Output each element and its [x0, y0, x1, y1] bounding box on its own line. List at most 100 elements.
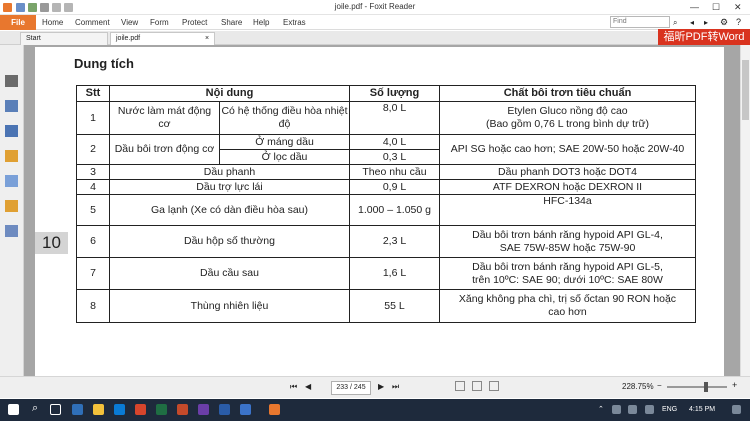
tray-chevron-icon[interactable]: ⌃ [598, 405, 604, 413]
zoom-slider[interactable] [667, 386, 727, 388]
file-explorer-icon[interactable] [93, 404, 104, 415]
menu-share[interactable]: Share [221, 18, 242, 27]
windows-taskbar: ⌕ ⌃ ENG 4:15 PM [0, 399, 750, 421]
cell-item: Dầu hộp số thường [109, 225, 350, 258]
cell-qty: 2,3 L [349, 225, 440, 258]
first-page-icon[interactable]: ⏮ [290, 382, 297, 392]
menu-comment[interactable]: Comment [75, 18, 110, 27]
tab-label: Start [26, 35, 41, 42]
cell-stt: 7 [76, 257, 110, 290]
find-input[interactable]: Find [610, 16, 670, 28]
attachment-icon[interactable] [5, 175, 18, 187]
header-stt: Stt [76, 85, 110, 102]
battery-icon[interactable] [628, 405, 637, 414]
lock-icon[interactable] [5, 200, 18, 212]
comments-icon[interactable] [5, 150, 18, 162]
search-icon[interactable]: ⌕ [673, 18, 677, 28]
last-page-icon[interactable]: ⏭ [392, 382, 399, 392]
help-icon[interactable]: ? [736, 17, 741, 27]
foxit-reader-icon[interactable] [269, 404, 280, 415]
tab-document[interactable]: joile.pdf × [110, 32, 215, 45]
ribbon-menu: File Home Comment View Form Protect Shar… [0, 15, 750, 30]
network-icon[interactable] [612, 405, 621, 414]
cell-item: Dầu bôi trơn động cơ [109, 134, 220, 165]
cell-qty: 1.000 – 1.050 g [349, 194, 440, 226]
scrollbar-thumb[interactable] [742, 60, 749, 120]
spec-line: trên 10ºC: SAE 90; dưới 10ºC: SAE 80W [472, 273, 663, 286]
onenote-icon[interactable] [198, 404, 209, 415]
single-page-icon[interactable] [455, 381, 465, 391]
table-row: 3 Dầu phanh Theo nhu cầu Dầu phanh DOT3 … [76, 164, 696, 180]
notifications-icon[interactable] [732, 405, 741, 414]
signature-icon[interactable] [5, 225, 18, 237]
vertical-scrollbar[interactable] [740, 45, 750, 376]
menu-protect[interactable]: Protect [182, 18, 207, 27]
volume-icon[interactable] [645, 405, 654, 414]
powerpoint-icon[interactable] [177, 404, 188, 415]
prev-page-icon[interactable]: ◀ [305, 382, 311, 391]
page-number-input[interactable]: 233 / 245 [331, 381, 371, 395]
maximize-button[interactable]: ☐ [712, 2, 720, 13]
file-menu-button[interactable]: File [0, 15, 36, 30]
spec-line: Dầu bôi trơn bánh răng hypoid API GL-5, [472, 260, 663, 273]
left-sidebar [0, 45, 24, 376]
cell-stt: 4 [76, 179, 110, 195]
continuous-page-icon[interactable] [472, 381, 482, 391]
word-icon[interactable] [219, 404, 230, 415]
excel-icon[interactable] [156, 404, 167, 415]
menu-extras[interactable]: Extras [283, 18, 306, 27]
spec-line: Etylen Gluco nồng độ cao [507, 105, 628, 117]
word-doc-icon[interactable] [240, 404, 251, 415]
tab-start[interactable]: Start [20, 32, 108, 45]
cell-item: Dầu trợ lực lái [109, 179, 350, 195]
hand-tool-icon[interactable] [5, 75, 18, 87]
menu-help[interactable]: Help [253, 18, 269, 27]
close-button[interactable]: ✕ [734, 2, 742, 13]
menu-form[interactable]: Form [150, 18, 169, 27]
capacity-table: Stt Nội dung Số lượng Chất bôi trơn tiêu… [76, 85, 696, 323]
cell-stt: 5 [76, 194, 110, 226]
cell-qty: Theo nhu cầu [349, 164, 440, 180]
settings-icon[interactable]: ⚙ [720, 17, 728, 28]
cell-qty: 0,3 L [349, 149, 440, 165]
table-header-row: Stt Nội dung Số lượng Chất bôi trơn tiêu… [76, 85, 696, 102]
outlook-icon[interactable] [114, 404, 125, 415]
edge-icon[interactable] [72, 404, 83, 415]
cell-stt: 8 [76, 289, 110, 323]
zoom-in-icon[interactable]: + [732, 380, 737, 390]
start-icon[interactable] [8, 404, 19, 415]
cell-stt: 6 [76, 225, 110, 258]
cell-spec: ATF DEXRON hoặc DEXRON II [439, 179, 696, 195]
forward-icon[interactable]: ▸ [704, 18, 708, 27]
cell-sub: Ở lọc dầu [219, 149, 350, 165]
chrome-icon[interactable] [135, 404, 146, 415]
cell-sub: Có hệ thống điều hòa nhiệt độ [219, 101, 350, 135]
cell-item: Dầu phanh [109, 164, 350, 180]
menu-home[interactable]: Home [42, 18, 63, 27]
search-icon[interactable]: ⌕ [32, 402, 38, 415]
bookmark-icon[interactable] [5, 125, 18, 137]
close-tab-icon[interactable]: × [205, 33, 209, 45]
task-view-icon[interactable] [50, 404, 61, 415]
clock[interactable]: 4:15 PM [689, 406, 715, 413]
cell-spec: Dầu phanh DOT3 hoặc DOT4 [439, 164, 696, 180]
facing-page-icon[interactable] [489, 381, 499, 391]
cell-item: Dầu cầu sau [109, 257, 350, 290]
cell-qty: 0,9 L [349, 179, 440, 195]
zoom-out-icon[interactable]: − [657, 381, 662, 390]
section-heading: Dung tích [74, 56, 134, 71]
next-page-icon[interactable]: ▶ [378, 382, 384, 391]
table-row: 5 Ga lạnh (Xe có dàn điều hòa sau) 1.000… [76, 194, 696, 226]
ad-banner[interactable]: 福昕PDF转Word [658, 29, 750, 45]
menu-view[interactable]: View [121, 18, 138, 27]
minimize-button[interactable]: — [690, 2, 699, 12]
pages-icon[interactable] [5, 100, 18, 112]
cell-qty: 55 L [349, 289, 440, 323]
back-icon[interactable]: ◂ [690, 18, 694, 27]
table-row: 6 Dầu hộp số thường 2,3 L Dầu bôi trơn b… [76, 225, 696, 258]
header-content: Nội dung [109, 85, 350, 102]
cell-item: Thùng nhiên liệu [109, 289, 350, 323]
language-indicator[interactable]: ENG [662, 406, 677, 413]
zoom-slider-handle[interactable] [704, 382, 708, 392]
zoom-level[interactable]: 228.75% [622, 382, 654, 391]
